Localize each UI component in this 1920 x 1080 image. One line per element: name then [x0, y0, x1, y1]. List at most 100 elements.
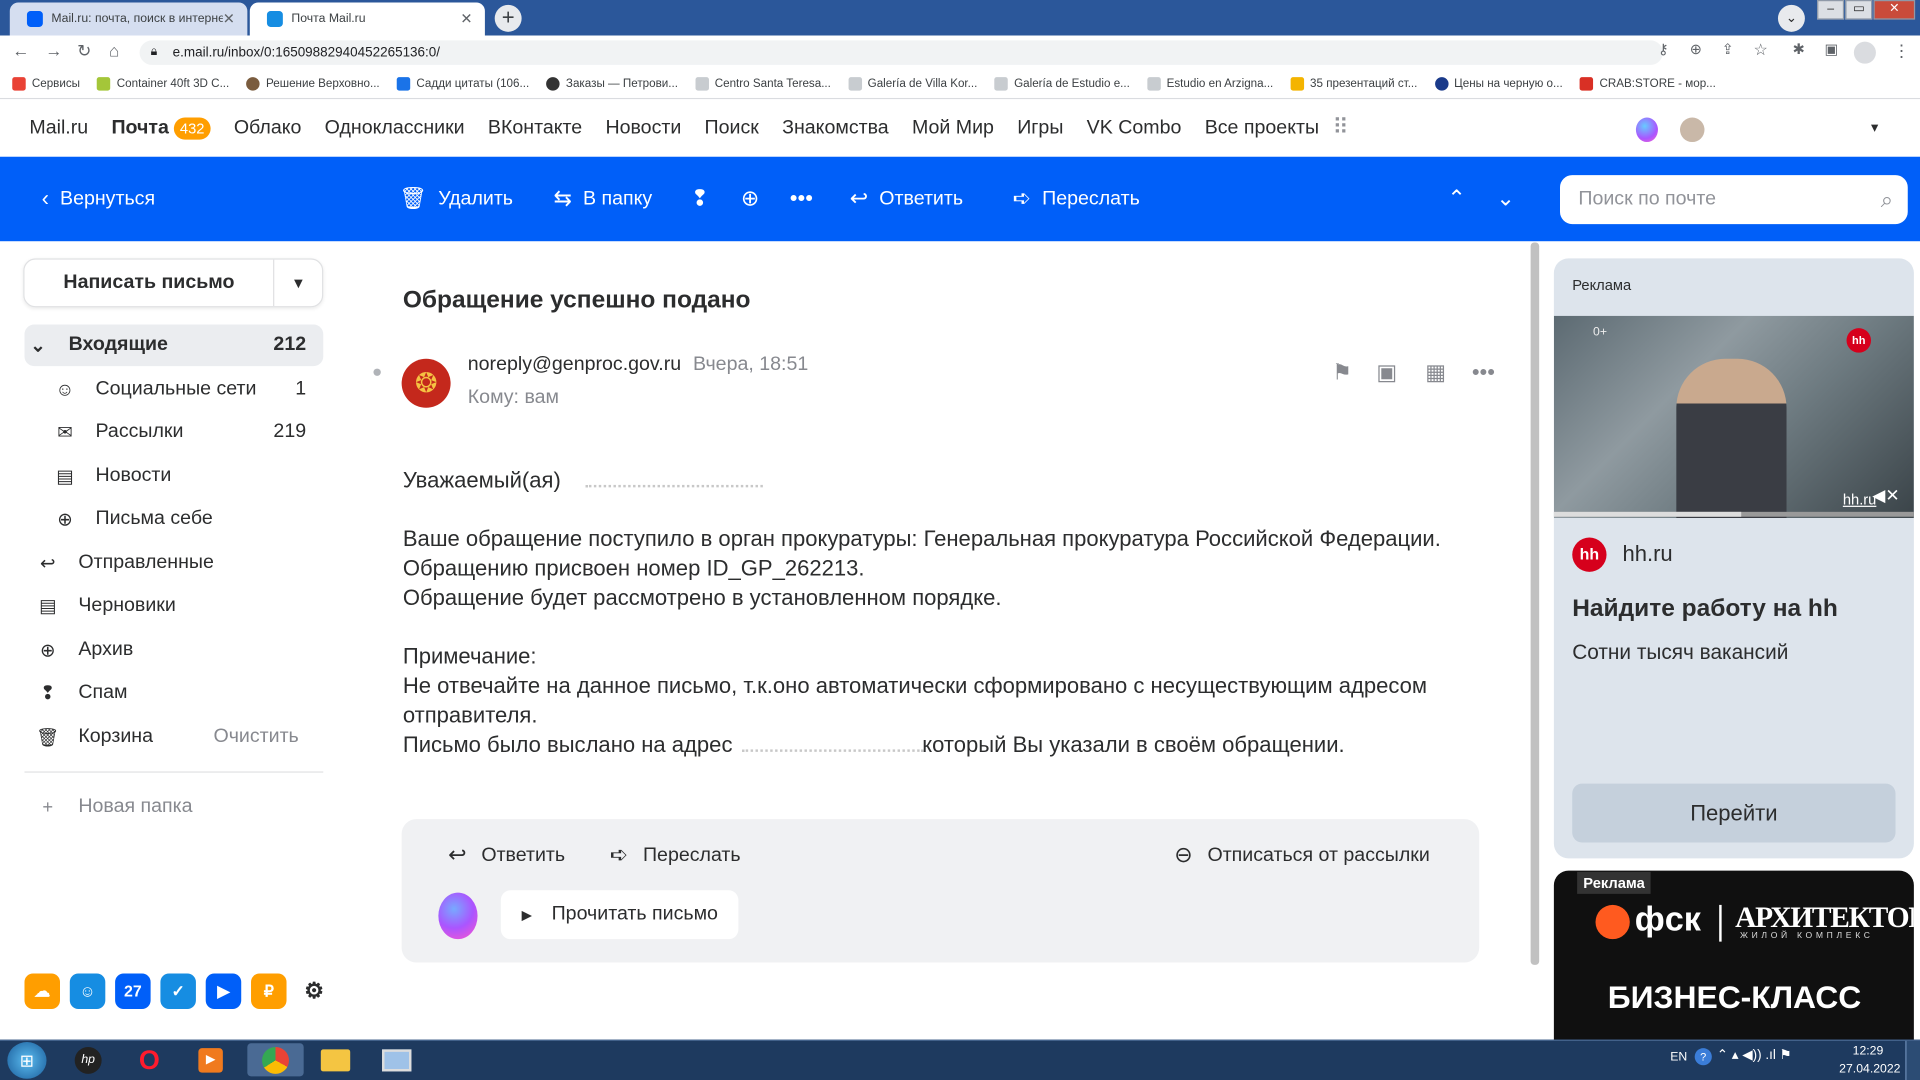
ad-cta-button[interactable]: Перейти	[1572, 783, 1896, 843]
delete-button[interactable]: 🗑︎ Удалить	[399, 157, 513, 241]
sender-address[interactable]: noreply@genproc.gov.ru	[468, 354, 681, 376]
extensions-icon[interactable]: ✱	[1793, 40, 1805, 57]
language-indicator[interactable]: EN	[1670, 1051, 1687, 1064]
bookmark-flag-icon[interactable]: ⚑	[1332, 360, 1352, 386]
archive-button[interactable]: ⊕	[741, 157, 759, 241]
forward-arrow-icon[interactable]: →	[45, 40, 62, 60]
help-icon[interactable]: ?	[1694, 1048, 1712, 1066]
nav-link-news[interactable]: Новости	[605, 117, 681, 139]
nav-link-all-projects[interactable]: Все проекты	[1205, 117, 1319, 139]
close-window-button[interactable]: ✕	[1873, 0, 1916, 20]
voice-assistant-icon[interactable]	[438, 892, 478, 940]
profile-avatar[interactable]	[1853, 41, 1876, 64]
chrome-icon[interactable]	[247, 1043, 304, 1077]
read-aloud-button[interactable]: ▶ Прочитать письмо	[500, 890, 739, 940]
clear-trash-button[interactable]: Очистить	[213, 726, 298, 748]
assistant-orb-icon[interactable]	[1635, 117, 1658, 143]
previous-letter-button[interactable]: ⌃	[1447, 157, 1465, 241]
mail-search-input[interactable]: Поиск по почте ⌕	[1560, 175, 1908, 225]
search-icon[interactable]: ⌕	[1881, 175, 1893, 224]
tasks-app-icon[interactable]: ✓	[160, 973, 196, 1009]
folder-newsletters[interactable]: ✉ Рассылки 219	[24, 411, 323, 453]
video-call-icon[interactable]: ▣	[1376, 360, 1397, 386]
zoom-icon[interactable]: ⊕	[1690, 40, 1702, 57]
new-tab-button[interactable]: +	[494, 4, 522, 32]
bookmark-item[interactable]: CRAB:STORE - мор...	[1579, 77, 1716, 91]
folder-inbox[interactable]: ⌄ Входящие 212	[24, 324, 324, 367]
ad-banner-fsk[interactable]: Реклама фск АРХИТЕКТОР ЖИЛОЙ КОМПЛЕКС БИ…	[1553, 870, 1914, 1043]
nav-link-search[interactable]: Поиск	[705, 117, 759, 139]
more-actions-button[interactable]: •••	[790, 157, 813, 241]
account-menu-chevron-icon[interactable]: ▾	[1871, 119, 1878, 136]
browser-tab-mailru[interactable]: Mail.ru: почта, поиск в интернет ✕	[9, 2, 248, 36]
folder-news[interactable]: ▤ Новости	[24, 456, 323, 498]
folder-archive[interactable]: ⊕ Архив	[24, 629, 323, 671]
bookmark-item[interactable]: Estudio en Arzigna...	[1147, 77, 1273, 91]
folder-self-mail[interactable]: ⊕ Письма себе	[24, 498, 323, 540]
nav-link-cloud[interactable]: Облако	[234, 117, 302, 139]
remote-desktop-icon[interactable]	[372, 1043, 421, 1076]
menu-kebab-icon[interactable]: ⋮	[1893, 40, 1910, 61]
side-panel-icon[interactable]: ▣	[1824, 40, 1838, 57]
nav-link-ok[interactable]: Одноклассники	[325, 117, 465, 139]
folder-sent[interactable]: ↩ Отправленные	[24, 542, 323, 584]
media-player-icon[interactable]: ▶	[186, 1043, 235, 1076]
user-avatar[interactable]	[1680, 117, 1705, 143]
contacts-app-icon[interactable]: ☺	[69, 973, 106, 1009]
file-explorer-icon[interactable]	[311, 1043, 360, 1076]
bookmark-item[interactable]: Садди цитаты (106...	[396, 77, 529, 91]
tab-search-icon[interactable]: ⌄	[1777, 4, 1805, 32]
unread-dot-icon[interactable]	[373, 368, 381, 376]
close-tab-icon[interactable]: ✕	[223, 10, 235, 27]
bookmark-item[interactable]: 35 презентаций ст...	[1290, 77, 1417, 91]
clock-date[interactable]: 27.04.2022	[1839, 1063, 1900, 1076]
more-dots-icon[interactable]: •••	[1472, 360, 1495, 386]
url-field[interactable]: 🔒︎ e.mail.ru/inbox/0:1650988294045226513…	[139, 40, 1663, 65]
share-icon[interactable]: ⇪	[1722, 40, 1734, 57]
reply-link-button[interactable]: ↩ Ответить	[448, 842, 565, 868]
back-arrow-icon[interactable]: ←	[12, 40, 29, 60]
bookmark-item[interactable]: Container 40ft 3D C...	[97, 77, 229, 91]
reply-button[interactable]: ↩ Ответить	[850, 157, 963, 241]
move-to-folder-button[interactable]: ⇆ В папку	[553, 157, 652, 241]
home-icon[interactable]: ⌂	[109, 40, 119, 60]
nav-link-my-world[interactable]: Мой Мир	[912, 117, 994, 139]
mailru-logo-link[interactable]: Mail.ru	[29, 117, 88, 139]
recipient-value[interactable]: вам	[524, 387, 559, 408]
new-folder-button[interactable]: + Новая папка	[24, 786, 323, 828]
back-button[interactable]: ‹ Вернуться	[42, 157, 155, 241]
calls-app-icon[interactable]: ▶	[205, 973, 242, 1009]
settings-gear-icon[interactable]: ⚙	[296, 973, 332, 1009]
reload-icon[interactable]: ↻	[77, 40, 91, 61]
unsubscribe-button[interactable]: ⊖ Отписаться от рассылки	[1174, 842, 1430, 868]
mail-nav-link[interactable]: Почта 432	[111, 116, 211, 139]
ad-video[interactable]: 0+ hh hh.ru ◀✕	[1553, 315, 1914, 518]
bookmark-item[interactable]: Galería de Villa Kor...	[848, 77, 977, 91]
bookmark-item[interactable]: Galería de Estudio e...	[994, 77, 1130, 91]
folder-spam[interactable]: ❢ Спам	[24, 672, 323, 714]
content-scrollbar[interactable]	[1530, 242, 1540, 965]
ad-banner-hh[interactable]: Реклама 0+ hh hh.ru ◀✕ hh hh.ru Найдите …	[1553, 258, 1914, 859]
opera-icon[interactable]: O	[125, 1043, 174, 1076]
minimize-button[interactable]: –	[1817, 0, 1845, 20]
forward-link-button[interactable]: ➪ Переслать	[610, 842, 741, 868]
nav-link-dating[interactable]: Знакомства	[782, 117, 889, 139]
mute-icon[interactable]: ◀✕	[1872, 485, 1900, 506]
forward-button[interactable]: ➪ Переслать	[1013, 157, 1140, 241]
browser-tab-mail[interactable]: Почта Mail.ru ✕	[249, 2, 485, 36]
cloud-app-icon[interactable]: ☁	[24, 973, 61, 1009]
bookmark-item[interactable]: Centro Santa Teresa...	[695, 77, 831, 91]
tray-icons[interactable]: ⌃ ▴ ◀)) .ıl ⚑	[1717, 1047, 1792, 1063]
video-progress-bar[interactable]	[1553, 511, 1914, 517]
calendar-app-icon[interactable]: 27	[115, 973, 151, 1009]
folder-drafts[interactable]: ▤ Черновики	[24, 585, 323, 627]
bookmark-item[interactable]: Решение Верховно...	[246, 77, 380, 91]
compose-button[interactable]: Написать письмо ▼	[23, 258, 324, 308]
bookmark-item[interactable]: Сервисы	[12, 77, 80, 91]
spam-button[interactable]: ❢	[691, 157, 709, 241]
close-tab-icon[interactable]: ✕	[460, 10, 472, 27]
bookmark-item[interactable]: Заказы — Петрови...	[546, 77, 678, 91]
nav-link-vk[interactable]: ВКонтакте	[488, 117, 582, 139]
nav-link-vk-combo[interactable]: VK Combo	[1087, 117, 1182, 139]
bookmark-star-icon[interactable]: ☆	[1753, 40, 1767, 60]
